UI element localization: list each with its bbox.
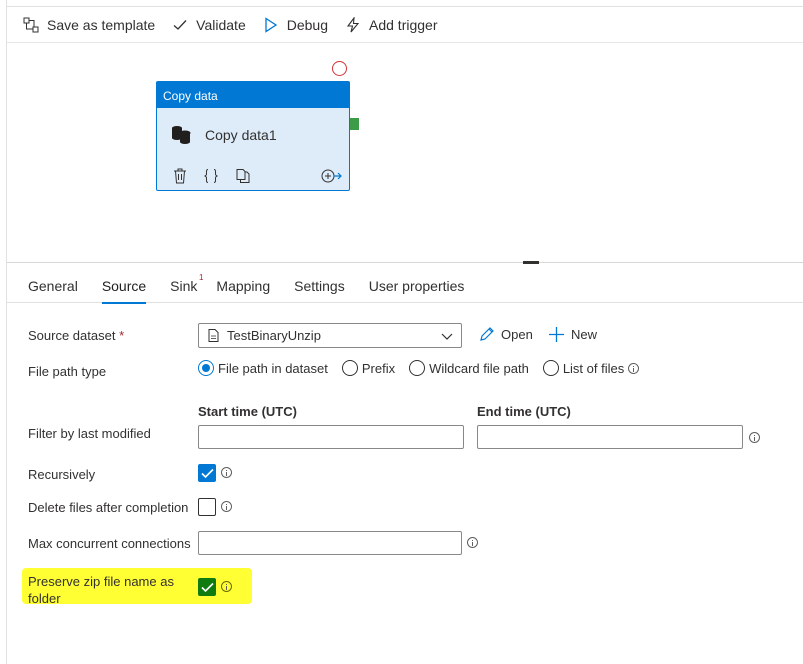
braces-icon bbox=[204, 169, 218, 183]
save-as-template-label: Save as template bbox=[47, 16, 156, 33]
preserve-zip-label-line1: Preserve zip file name as bbox=[28, 574, 174, 589]
info-icon[interactable] bbox=[221, 501, 232, 512]
activity-header: Copy data bbox=[157, 82, 349, 108]
tab-settings[interactable]: Settings bbox=[294, 266, 345, 303]
plus-icon bbox=[549, 327, 564, 342]
tab-mapping-label: Mapping bbox=[216, 278, 271, 294]
end-time-input[interactable] bbox=[477, 425, 743, 449]
new-dataset-label: New bbox=[571, 327, 598, 342]
open-dataset-button[interactable]: Open bbox=[478, 326, 533, 343]
radio-prefix[interactable]: Prefix bbox=[341, 360, 396, 376]
file-icon bbox=[208, 329, 219, 342]
checkmark-icon bbox=[201, 582, 214, 593]
delete-files-checkbox[interactable] bbox=[198, 498, 216, 516]
tab-source[interactable]: Source bbox=[101, 266, 147, 304]
preserve-zip-label-line2: folder bbox=[28, 591, 61, 606]
copy-data-activity[interactable]: Copy data Copy data1 bbox=[156, 81, 350, 191]
new-dataset-button[interactable]: New bbox=[548, 326, 597, 343]
validate-label: Validate bbox=[196, 16, 246, 33]
copy-icon bbox=[236, 169, 250, 183]
activity-name: Copy data1 bbox=[205, 127, 277, 143]
preserve-zip-label: Preserve zip file name as folder bbox=[28, 573, 174, 607]
lightning-icon bbox=[346, 16, 360, 32]
start-time-header: Start time (UTC) bbox=[198, 404, 297, 419]
validate-button[interactable]: Validate bbox=[172, 17, 246, 33]
radio-list-of-files[interactable]: List of files bbox=[542, 360, 625, 376]
source-dataset-label-text: Source dataset bbox=[28, 328, 116, 343]
tab-mapping[interactable]: Mapping bbox=[216, 266, 270, 303]
radio-label: Prefix bbox=[361, 360, 396, 376]
tab-user-properties-label: User properties bbox=[368, 278, 465, 294]
info-icon[interactable] bbox=[628, 362, 640, 374]
filter-last-modified-label: Filter by last modified bbox=[28, 426, 151, 441]
start-time-input[interactable] bbox=[198, 425, 464, 449]
code-view-button[interactable] bbox=[203, 168, 219, 184]
checkmark-icon bbox=[173, 19, 187, 30]
delete-files-label: Delete files after completion bbox=[28, 500, 189, 515]
add-output-button[interactable] bbox=[321, 168, 343, 184]
tab-general-label: General bbox=[28, 278, 78, 294]
required-mark: * bbox=[119, 328, 125, 343]
save-as-template-button[interactable]: Save as template bbox=[23, 17, 155, 33]
panel-splitter bbox=[7, 262, 803, 263]
recursively-checkbox[interactable] bbox=[198, 464, 216, 482]
play-icon bbox=[265, 16, 277, 33]
radio-dot bbox=[409, 360, 426, 376]
checkmark-icon bbox=[201, 468, 214, 479]
radio-dot bbox=[198, 360, 214, 376]
database-icon bbox=[172, 126, 191, 144]
properties-tabs: General Source Sink 1 Mapping Settings Us… bbox=[7, 266, 803, 304]
add-trigger-label: Add trigger bbox=[369, 16, 438, 33]
info-icon[interactable] bbox=[221, 581, 232, 592]
info-icon[interactable] bbox=[749, 432, 760, 443]
chevron-down-icon bbox=[441, 333, 453, 340]
radio-wildcard-file-path[interactable]: Wildcard file path bbox=[409, 360, 529, 376]
radio-file-path-in-dataset[interactable]: File path in dataset bbox=[198, 360, 328, 376]
delete-activity-button[interactable] bbox=[173, 168, 187, 184]
info-icon[interactable] bbox=[221, 467, 232, 478]
add-trigger-button[interactable]: Add trigger bbox=[345, 16, 438, 33]
source-dataset-select[interactable]: TestBinaryUnzip bbox=[198, 323, 462, 348]
tab-settings-label: Settings bbox=[294, 278, 345, 294]
radio-label: List of files bbox=[562, 360, 625, 376]
debug-button[interactable]: Debug bbox=[263, 17, 328, 33]
preserve-zip-checkbox[interactable] bbox=[198, 578, 216, 596]
pipeline-canvas[interactable]: Copy data Copy data1 bbox=[7, 44, 803, 262]
open-dataset-label: Open bbox=[501, 327, 533, 342]
max-concurrent-connections-label: Max concurrent connections bbox=[28, 536, 191, 551]
max-concurrent-connections-input[interactable] bbox=[198, 531, 462, 555]
arrow-circle-icon bbox=[321, 169, 342, 183]
pencil-icon bbox=[480, 327, 494, 341]
output-connector-handle[interactable] bbox=[350, 118, 359, 130]
error-indicator-icon[interactable] bbox=[332, 61, 347, 76]
radio-label: File path in dataset bbox=[218, 360, 328, 376]
tab-source-label: Source bbox=[101, 278, 147, 294]
trash-icon bbox=[174, 168, 186, 184]
radio-dot bbox=[542, 360, 559, 376]
radio-dot bbox=[341, 360, 358, 376]
template-icon bbox=[23, 17, 39, 32]
tab-general[interactable]: General bbox=[28, 266, 78, 303]
panel-resize-handle[interactable] bbox=[523, 261, 539, 264]
pipeline-toolbar: Save as template Validate Debug Add trig… bbox=[7, 7, 803, 43]
file-path-type-radio-group: File path in dataset Prefix Wildcard fil… bbox=[198, 360, 640, 376]
recursively-label: Recursively bbox=[28, 467, 96, 482]
debug-label: Debug bbox=[286, 16, 328, 33]
error-count-badge: 1 bbox=[198, 273, 204, 282]
tab-sink[interactable]: Sink 1 bbox=[170, 266, 203, 303]
tab-sink-label: Sink bbox=[170, 278, 198, 294]
source-dataset-value: TestBinaryUnzip bbox=[227, 328, 321, 343]
radio-label: Wildcard file path bbox=[429, 360, 529, 376]
clone-activity-button[interactable] bbox=[235, 168, 251, 184]
tab-user-properties[interactable]: User properties bbox=[369, 266, 465, 303]
file-path-type-label: File path type bbox=[28, 364, 107, 379]
source-dataset-label: Source dataset * bbox=[28, 328, 124, 343]
info-icon[interactable] bbox=[467, 537, 478, 548]
end-time-header: End time (UTC) bbox=[477, 404, 571, 419]
